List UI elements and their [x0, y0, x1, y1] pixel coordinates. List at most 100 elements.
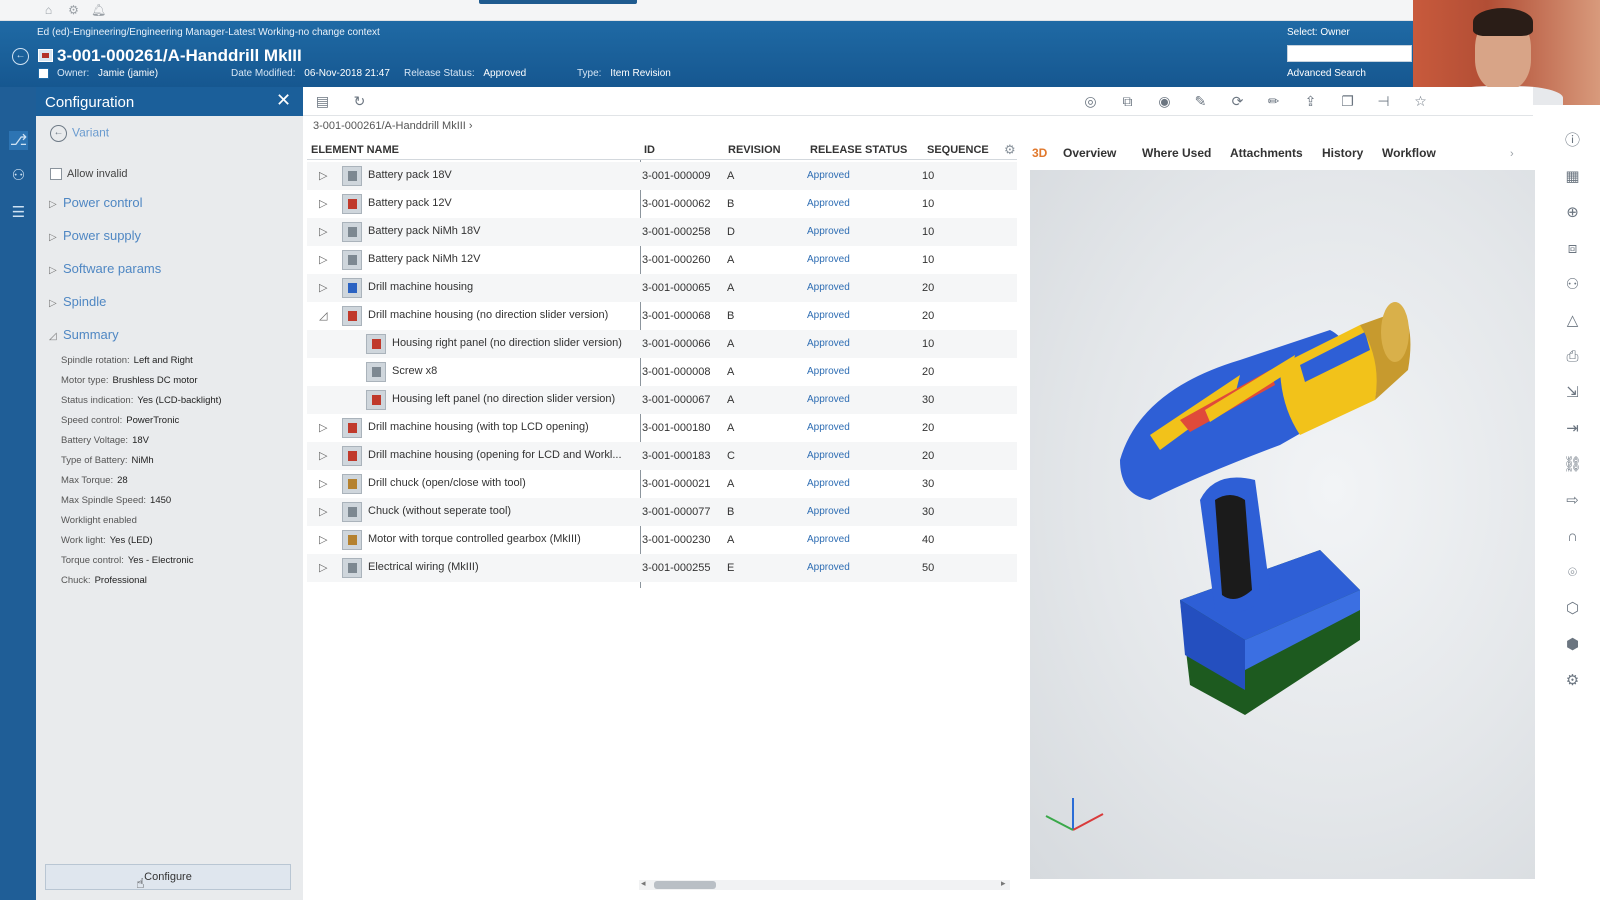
- variant-tree-icon[interactable]: ⚇: [9, 166, 28, 185]
- variant-label[interactable]: Variant: [72, 126, 109, 140]
- expand-icon[interactable]: ▷: [319, 197, 333, 211]
- share-icon[interactable]: ⇪: [1301, 92, 1320, 111]
- add-icon[interactable]: ⊕: [1562, 202, 1583, 223]
- configure-button[interactable]: Configure ☝: [45, 864, 291, 891]
- table-row[interactable]: Housing left panel (no direction slider …: [307, 386, 1017, 414]
- breadcrumb-item[interactable]: 3-001-000261/A-Handdrill MkIII: [313, 120, 466, 132]
- layers-icon[interactable]: ▦: [1562, 166, 1583, 187]
- back-arrow-icon[interactable]: ←: [50, 125, 67, 142]
- table-row[interactable]: Screw x8 3-001-000008 A Approved 20: [307, 358, 1017, 386]
- column-header-sequence[interactable]: SEQUENCE: [927, 144, 989, 156]
- expand-icon[interactable]: ▷: [319, 421, 333, 435]
- chevron-right-icon[interactable]: ›: [1510, 148, 1514, 160]
- camera-icon[interactable]: ⌾: [1562, 562, 1583, 583]
- 3d-viewport[interactable]: [1030, 170, 1535, 879]
- structure-icon[interactable]: ⎇: [9, 131, 28, 150]
- markup-icon[interactable]: ✎: [1191, 92, 1210, 111]
- owner-value[interactable]: Jamie (jamie): [98, 68, 158, 79]
- tab-overview[interactable]: Overview: [1063, 146, 1116, 160]
- settings-window-icon[interactable]: ⚙: [1562, 670, 1583, 691]
- tab-3d[interactable]: 3D: [1032, 146, 1047, 160]
- sync-icon[interactable]: ⟳: [1228, 92, 1247, 111]
- advanced-search-link[interactable]: Advanced Search: [1287, 68, 1366, 79]
- column-header-revision[interactable]: REVISION: [728, 144, 781, 156]
- expand-icon[interactable]: ▷: [319, 533, 333, 547]
- session-context[interactable]: Ed (ed)-Engineering/Engineering Manager-…: [37, 27, 380, 38]
- expand-icon[interactable]: ▷: [319, 561, 333, 575]
- column-header-id[interactable]: ID: [644, 144, 655, 156]
- horizontal-scrollbar[interactable]: ◂ ▸: [639, 878, 1010, 890]
- link-icon[interactable]: ⛓: [1562, 454, 1583, 475]
- group-software-params[interactable]: ▷ Software params: [49, 261, 161, 276]
- bell-icon[interactable]: 🔔︎: [91, 3, 106, 18]
- edit-icon[interactable]: ✏: [1264, 92, 1283, 111]
- group-spindle[interactable]: ▷ Spindle: [49, 294, 106, 309]
- group-power-supply[interactable]: ▷ Power supply: [49, 228, 141, 243]
- home-icon[interactable]: ⌂: [41, 3, 56, 18]
- back-icon[interactable]: ←: [12, 48, 29, 65]
- group-power-control[interactable]: ▷ Power control: [49, 195, 142, 210]
- close-icon[interactable]: ✕: [276, 90, 291, 111]
- table-row[interactable]: Housing right panel (no direction slider…: [307, 330, 1017, 358]
- search-input[interactable]: [1287, 45, 1412, 62]
- pin-icon[interactable]: ⊣: [1374, 92, 1393, 111]
- expand-icon[interactable]: ▷: [319, 449, 333, 463]
- table-row[interactable]: ▷ Chuck (without seperate tool) 3-001-00…: [307, 498, 1017, 526]
- allow-invalid-checkbox[interactable]: [50, 168, 62, 181]
- table-row[interactable]: ▷ Drill machine housing (with top LCD op…: [307, 414, 1017, 442]
- table-row[interactable]: ▷ Drill machine housing 3-001-000065 A A…: [307, 274, 1017, 302]
- info-icon[interactable]: ⓘ: [1562, 130, 1583, 151]
- select-owner-label[interactable]: Select: Owner: [1287, 27, 1350, 38]
- snapshot-icon[interactable]: ◎: [1081, 92, 1100, 111]
- copy-icon[interactable]: ❐: [1338, 92, 1357, 111]
- tab-attachments[interactable]: Attachments: [1230, 146, 1303, 160]
- refresh-icon[interactable]: ↻: [350, 92, 369, 111]
- measure-icon[interactable]: △: [1562, 310, 1583, 331]
- table-row[interactable]: ▷ Drill chuck (open/close with tool) 3-0…: [307, 470, 1017, 498]
- table-row[interactable]: ▷ Drill machine housing (opening for LCD…: [307, 442, 1017, 470]
- column-header-name[interactable]: ELEMENT NAME: [311, 144, 399, 156]
- section-icon[interactable]: ⬡: [1562, 598, 1583, 619]
- scrollbar-thumb[interactable]: [654, 881, 716, 889]
- variant-back[interactable]: ← Variant: [50, 125, 109, 142]
- tab-history[interactable]: History: [1322, 146, 1363, 160]
- tab-where-used[interactable]: Where Used: [1142, 146, 1211, 160]
- gear-icon[interactable]: ⚙: [66, 3, 81, 18]
- explode-icon[interactable]: ⬢: [1562, 634, 1583, 655]
- print-icon[interactable]: ⎙: [1562, 346, 1583, 367]
- group-summary[interactable]: ◿ Summary: [49, 327, 119, 342]
- capture-icon[interactable]: ⧉: [1118, 92, 1137, 111]
- allow-invalid-option[interactable]: Allow invalid: [50, 168, 128, 181]
- drill-model[interactable]: [1030, 170, 1535, 879]
- structure-tree-icon[interactable]: ⧈: [1562, 238, 1583, 259]
- expand-icon[interactable]: ▷: [319, 477, 333, 491]
- expand-icon[interactable]: ▷: [319, 253, 333, 267]
- scroll-right-icon[interactable]: ▸: [1001, 878, 1006, 889]
- scroll-left-icon[interactable]: ◂: [641, 878, 646, 889]
- table-row[interactable]: ▷ Battery pack NiMh 18V 3-001-000258 D A…: [307, 218, 1017, 246]
- export-icon[interactable]: ⇲: [1562, 382, 1583, 403]
- expand-icon[interactable]: ▷: [319, 225, 333, 239]
- status-badge: Approved: [807, 506, 850, 517]
- table-row[interactable]: ▷ Electrical wiring (MkIII) 3-001-000255…: [307, 554, 1017, 582]
- table-row[interactable]: ▷ Battery pack NiMh 12V 3-001-000260 A A…: [307, 246, 1017, 274]
- expand-icon[interactable]: ▷: [319, 505, 333, 519]
- table-row[interactable]: ▷ Battery pack 18V 3-001-000009 A Approv…: [307, 162, 1017, 190]
- visibility-icon[interactable]: ◉: [1155, 92, 1174, 111]
- collapse-icon[interactable]: ◿: [319, 309, 333, 323]
- expand-icon[interactable]: ▷: [319, 169, 333, 183]
- column-header-release-status[interactable]: RELEASE STATUS: [810, 144, 907, 156]
- import-icon[interactable]: ⇥: [1562, 418, 1583, 439]
- curve-icon[interactable]: ∩: [1562, 526, 1583, 547]
- tab-workflow[interactable]: Workflow: [1382, 146, 1436, 160]
- toggle-panel-icon[interactable]: ▤: [313, 92, 332, 111]
- logout-icon[interactable]: ⇨: [1562, 490, 1583, 511]
- star-icon[interactable]: ☆: [1411, 92, 1430, 111]
- assign-user-icon[interactable]: ⚇: [1562, 274, 1583, 295]
- table-row[interactable]: ▷ Motor with torque controlled gearbox (…: [307, 526, 1017, 554]
- expand-icon[interactable]: ▷: [319, 281, 333, 295]
- column-settings-icon[interactable]: ⚙: [1004, 142, 1016, 158]
- bookmark-list-icon[interactable]: ☰: [9, 203, 28, 222]
- table-row[interactable]: ◿ Drill machine housing (no direction sl…: [307, 302, 1017, 330]
- table-row[interactable]: ▷ Battery pack 12V 3-001-000062 B Approv…: [307, 190, 1017, 218]
